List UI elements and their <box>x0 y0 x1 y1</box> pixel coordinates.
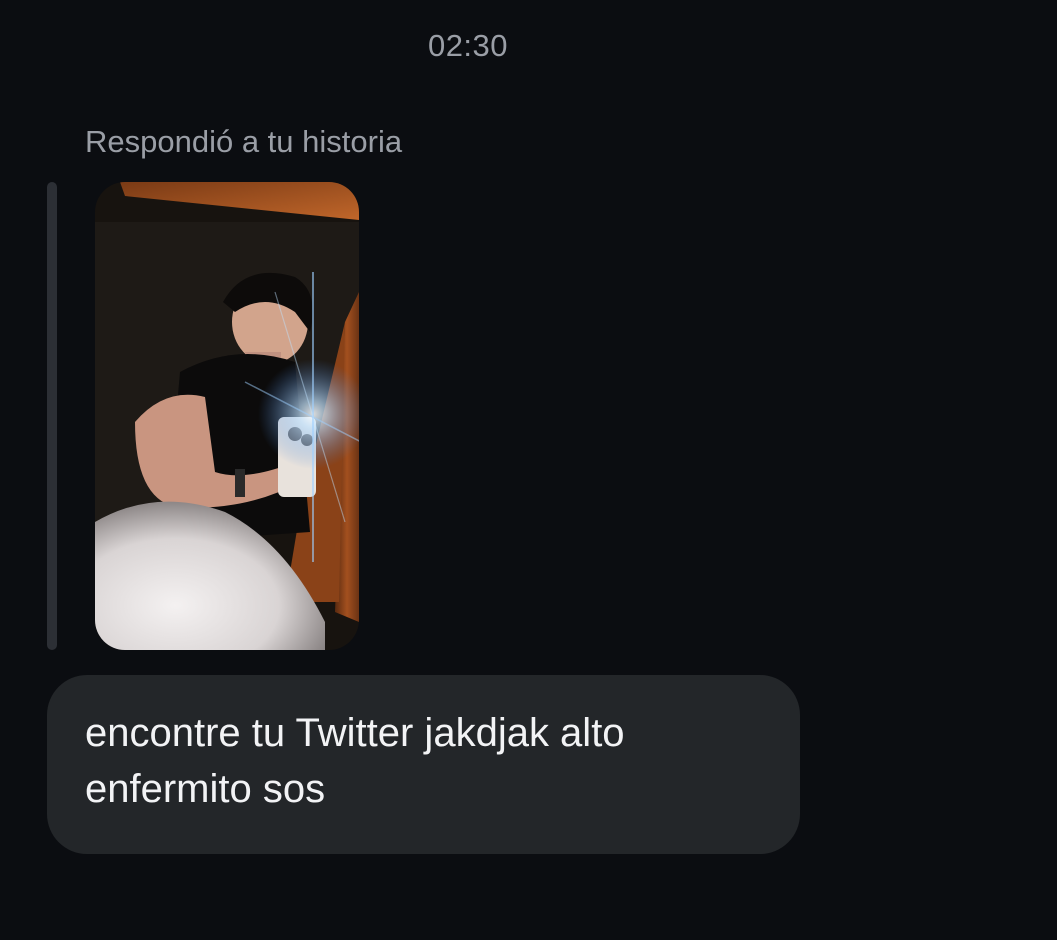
message-timestamp: 02:30 <box>427 28 509 63</box>
dm-conversation: 02:30 Respondió a tu historia encontre t… <box>0 0 1057 940</box>
story-reply-label: Respondió a tu historia <box>85 124 403 159</box>
message-text: encontre tu Twitter jakdjak alto enfermi… <box>85 711 625 811</box>
story-photo-icon <box>95 182 359 650</box>
story-thumbnail[interactable] <box>95 182 359 650</box>
message-bubble[interactable]: encontre tu Twitter jakdjak alto enfermi… <box>47 675 800 854</box>
reply-indicator-bar <box>47 182 57 650</box>
